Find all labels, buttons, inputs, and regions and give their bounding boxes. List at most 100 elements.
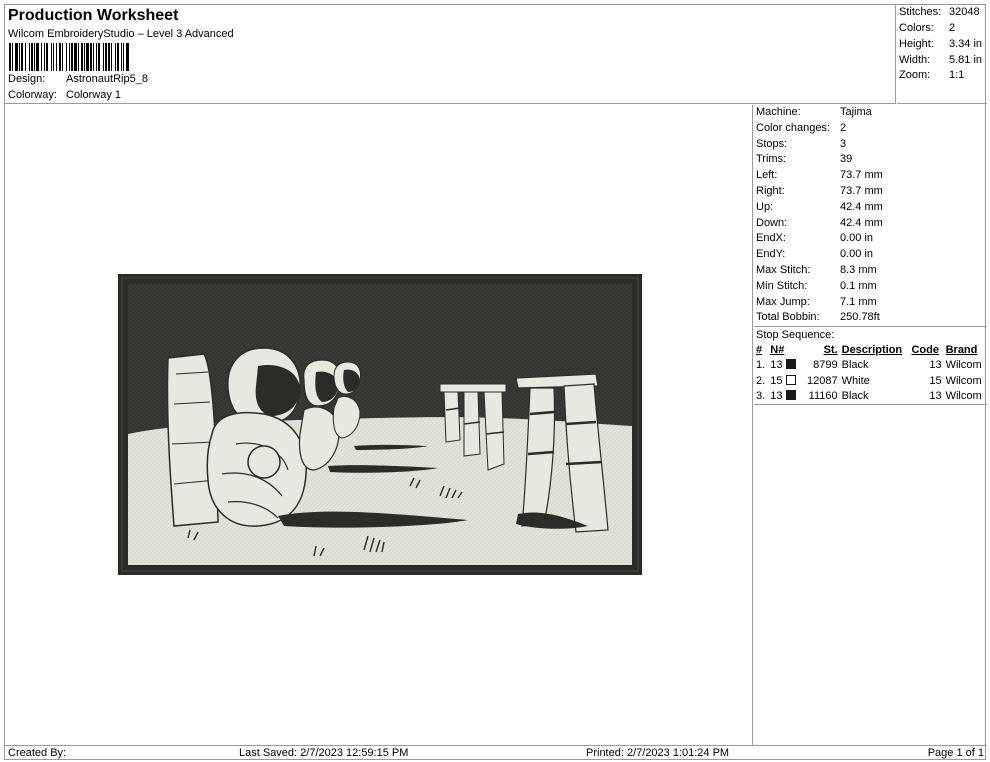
design-value: AstronautRip5_8 (66, 73, 148, 85)
stop-brand: Wilcom (945, 390, 982, 403)
machine-info-value: 39 (840, 153, 853, 166)
barcode-bar (56, 43, 57, 71)
col-description: Description (841, 343, 903, 356)
last-saved: Last Saved: 2/7/2023 12:59:15 PM (239, 747, 409, 759)
height-value: 3.34 in (949, 38, 983, 50)
barcode-bar (21, 43, 23, 71)
barcode (9, 43, 129, 71)
color-swatch (785, 374, 796, 385)
barcode-bar (123, 43, 124, 71)
barcode-bar (51, 43, 52, 71)
barcode-bar (12, 43, 13, 71)
machine-info-label: EndY: (756, 248, 786, 261)
machine-info-label: Max Jump: (756, 295, 810, 308)
design-label: Design: (8, 73, 46, 85)
stop-sequence-table: # N# St. Description Code Brand 1. 13 879… (754, 342, 987, 405)
machine-info-row: Min Stitch: 0.1 mm (754, 279, 987, 295)
machine-info-value: Tajima (840, 106, 872, 118)
design-canvas (5, 105, 753, 745)
machine-info-panel: Machine: Tajima Color changes: 2 Stops: 3 Trim… (754, 105, 987, 405)
zoom-row: Zoom: 1:1 (899, 69, 964, 81)
barcode-bar (121, 43, 122, 71)
worksheet-header: Production Worksheet Wilcom EmbroiderySt… (5, 5, 896, 104)
machine-info-label: Max Stitch: (756, 263, 811, 276)
barcode-bar (105, 43, 107, 71)
colorway-value: Colorway 1 (66, 89, 122, 101)
machine-info-label: Color changes: (756, 121, 830, 134)
barcode-bar (44, 43, 45, 71)
machine-info-label: Trims: (756, 153, 787, 166)
stop-sequence-header: # N# St. Description Code Brand (754, 342, 987, 358)
stop-description: White (841, 374, 870, 387)
machine-info-row: EndX: 0.00 in (754, 231, 987, 247)
colors-label: Colors: (899, 22, 934, 34)
stop-sequence-title: Stop Sequence: (754, 326, 987, 342)
machine-info-row: Stops: 3 (754, 137, 987, 153)
machine-info-value: 0.1 mm (840, 279, 877, 292)
col-stitches: St. (823, 343, 838, 356)
colorway-label: Colorway: (8, 89, 57, 101)
created-by: Created By: (8, 747, 67, 759)
colors-row: Colors: 2 (899, 22, 955, 34)
barcode-bar (36, 43, 39, 71)
machine-info-label: Down: (756, 216, 788, 229)
stop-stitches: 8799 (813, 359, 838, 372)
barcode-bar (86, 43, 89, 71)
embroidery-design-preview (118, 274, 642, 575)
machine-info-label: Stops: (756, 137, 788, 150)
stop-code: 15 (929, 374, 942, 387)
stitches-row: Stitches: 32048 (899, 6, 980, 18)
width-label: Width: (899, 54, 931, 66)
stop-code: 13 (929, 390, 942, 403)
machine-info-row: Up: 42.4 mm (754, 200, 987, 216)
barcode-bar (115, 43, 116, 71)
barcode-bar (25, 43, 26, 71)
colors-value: 2 (949, 22, 956, 34)
table-row: 2. 15 12087 White 15 Wilcom (754, 373, 987, 389)
machine-info-label: Right: (756, 184, 785, 197)
stop-description: Black (841, 390, 869, 403)
stop-needle: 15 (768, 373, 802, 389)
machine-info-value: 3 (840, 137, 847, 150)
machine-info-value: 250.78ft (840, 311, 880, 324)
machine-info-row: Color changes: 2 (754, 121, 987, 137)
barcode-bar (74, 43, 77, 71)
barcode-bar (126, 43, 129, 71)
machine-info-label: Left: (756, 169, 778, 182)
machine-info-row: Machine: Tajima (754, 105, 987, 121)
barcode-bar (46, 43, 48, 71)
barcode-bar (84, 43, 85, 71)
colorway-row: Colorway: Colorway 1 (8, 89, 121, 101)
barcode-bar (96, 43, 97, 71)
barcode-bar (41, 43, 42, 71)
machine-info-value: 7.1 mm (840, 295, 877, 308)
barcode-bar (53, 43, 54, 71)
machine-info-value: 0.00 in (840, 248, 874, 261)
barcode-bar (66, 43, 67, 71)
barcode-bar (90, 43, 92, 71)
page-number: Page 1 of 1 (927, 747, 984, 759)
stop-num: 1. (756, 359, 766, 372)
barcode-bar (71, 43, 73, 71)
worksheet-sheet: Production Worksheet Wilcom EmbroiderySt… (4, 4, 987, 760)
barcode-bar (62, 43, 63, 71)
stitches-label: Stitches: (899, 6, 942, 18)
machine-info-row: Right: 73.7 mm (754, 184, 987, 200)
barcode-bar (9, 43, 11, 71)
machine-info-row: Left: 73.7 mm (754, 168, 987, 184)
height-row: Height: 3.34 in (899, 38, 982, 50)
barcode-bar (78, 43, 79, 71)
barcode-bar (29, 43, 30, 71)
machine-info-row: Max Jump: 7.1 mm (754, 295, 987, 311)
machine-info-label: Min Stitch: (756, 279, 808, 292)
machine-info-value: 0.00 in (840, 232, 874, 245)
color-swatch (785, 390, 796, 401)
stitches-value: 32048 (949, 6, 980, 18)
barcode-bar (93, 43, 94, 71)
zoom-value: 1:1 (949, 69, 965, 81)
stop-brand: Wilcom (945, 359, 982, 372)
barcode-bar (111, 43, 112, 71)
machine-info-row: Trims: 39 (754, 152, 987, 168)
machine-info-label: Up: (756, 200, 774, 213)
col-num: # (756, 343, 763, 356)
